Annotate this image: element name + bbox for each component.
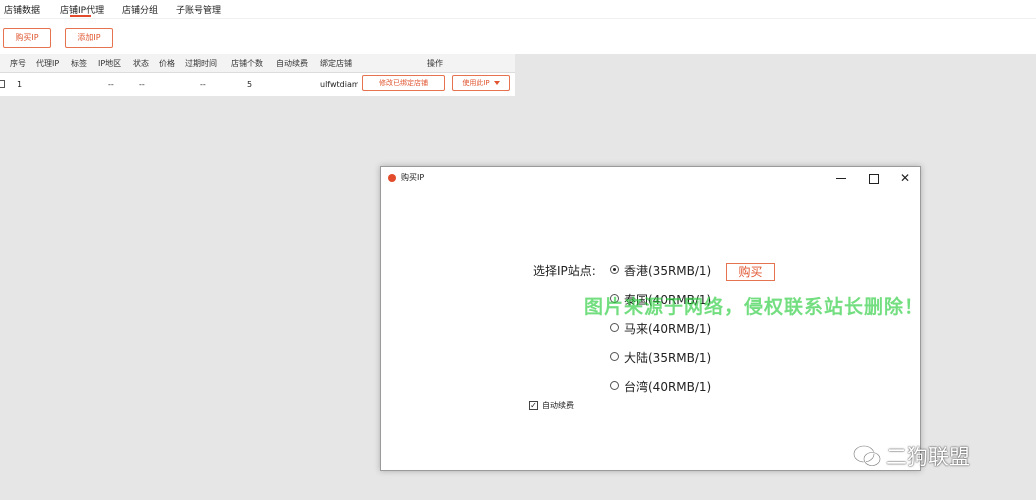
buy-ip-button[interactable]: 购买IP <box>3 28 51 48</box>
brand-watermark: 二狗联盟 <box>852 438 1012 472</box>
edit-bound-shops-button[interactable]: 修改已绑定店铺 <box>362 75 445 91</box>
radio-mainland[interactable] <box>610 352 619 361</box>
radio-hongkong[interactable] <box>610 265 619 274</box>
col-price[interactable]: 价格 <box>159 58 175 69</box>
col-region[interactable]: IP地区 <box>98 58 121 69</box>
col-index[interactable]: 序号 <box>10 58 26 69</box>
close-icon[interactable]: ✕ <box>894 169 916 187</box>
chevron-down-icon[interactable] <box>493 81 500 85</box>
cell-index: 1 <box>17 80 23 89</box>
radio-taiwan[interactable] <box>610 381 619 390</box>
tab-sub-account[interactable]: 子账号管理 <box>176 3 221 16</box>
ip-table: 序号 代理IP 标签 IP地区 状态 价格 过期时间 店铺个数 自动续费 绑定店… <box>0 54 515 96</box>
tab-shop-group[interactable]: 店铺分组 <box>122 3 158 16</box>
col-expire[interactable]: 过期时间 <box>185 58 217 69</box>
radio-malaysia[interactable] <box>610 323 619 332</box>
auto-renew-label[interactable]: 自动续费 <box>542 400 574 411</box>
buy-button[interactable]: 购买 <box>726 263 775 281</box>
cell-expire: -- <box>200 80 206 89</box>
col-bound-shop[interactable]: 绑定店铺 <box>320 58 356 69</box>
cell-region: -- <box>108 80 114 89</box>
active-tab-indicator <box>70 15 91 17</box>
cell-status: -- <box>139 80 145 89</box>
table-header: 序号 代理IP 标签 IP地区 状态 价格 过期时间 店铺个数 自动续费 绑定店… <box>0 54 515 73</box>
brand-text: 二狗联盟 <box>886 445 970 469</box>
col-tag[interactable]: 标签 <box>71 58 87 69</box>
use-this-ip-label: 使用此IP <box>462 79 490 87</box>
option-malaysia[interactable]: 马来(40RMB/1) <box>624 320 711 337</box>
col-status[interactable]: 状态 <box>133 58 149 69</box>
maximize-icon[interactable] <box>862 169 884 187</box>
option-hongkong[interactable]: 香港(35RMB/1) <box>624 262 711 279</box>
option-taiwan[interactable]: 台湾(40RMB/1) <box>624 378 711 395</box>
auto-renew-checkbox[interactable]: ✓ <box>529 401 538 410</box>
cell-bound-shop: ulfwtdiam <box>320 80 358 89</box>
app-icon <box>388 174 396 182</box>
toolbar: 购买IP 添加IP <box>0 18 1036 54</box>
col-proxy-ip[interactable]: 代理IP <box>36 58 59 69</box>
cell-shop-count: 5 <box>247 80 253 89</box>
col-auto-renew[interactable]: 自动续费 <box>276 58 308 69</box>
add-ip-button[interactable]: 添加IP <box>65 28 113 48</box>
col-shop-count[interactable]: 店铺个数 <box>231 58 263 69</box>
row-checkbox[interactable] <box>0 80 5 88</box>
option-mainland[interactable]: 大陆(35RMB/1) <box>624 349 711 366</box>
watermark-text: 图片来源于网络，侵权联系站长删除！ <box>584 296 925 318</box>
wechat-icon <box>853 445 881 467</box>
col-actions: 操作 <box>427 59 443 68</box>
minimize-icon[interactable] <box>830 169 852 187</box>
dialog-title: 购买IP <box>401 173 425 182</box>
site-select-label: 选择IP站点: <box>533 264 596 278</box>
use-this-ip-button[interactable]: 使用此IP <box>452 75 510 91</box>
tab-shop-data[interactable]: 店铺数据 <box>4 3 40 16</box>
top-nav: 店铺数据 店铺IP代理 店铺分组 子账号管理 <box>0 0 1036 18</box>
